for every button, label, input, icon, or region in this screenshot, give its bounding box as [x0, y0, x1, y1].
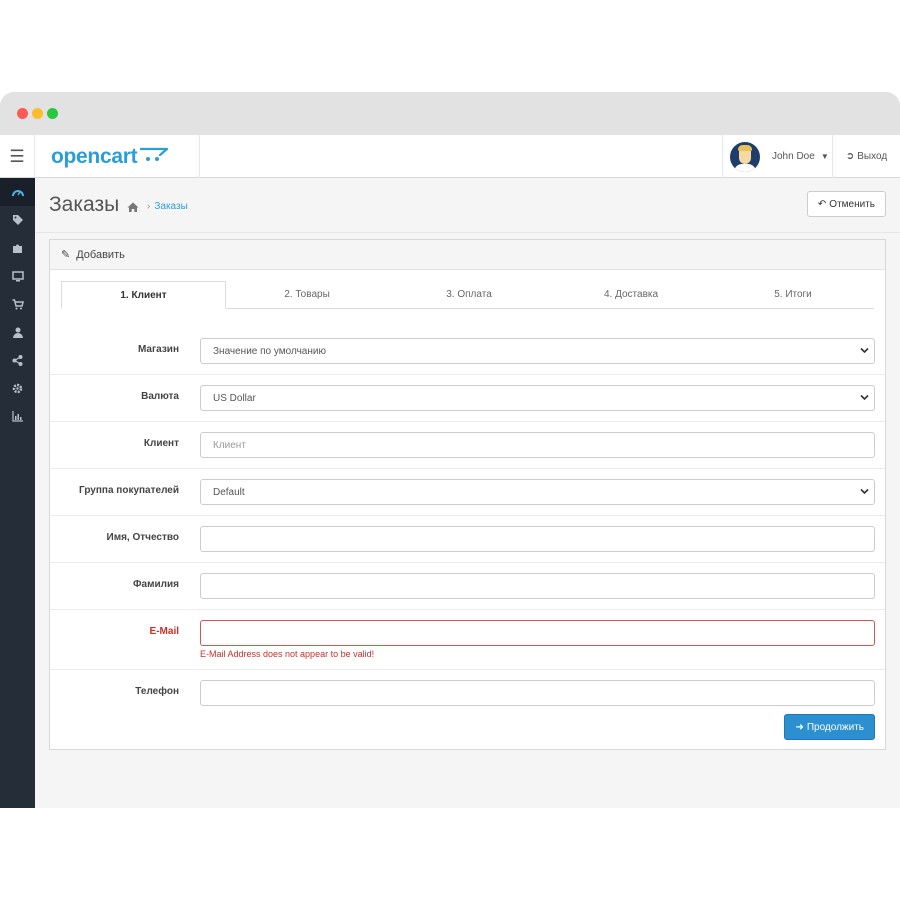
telephone-label: Телефон — [135, 686, 179, 697]
telephone-input[interactable] — [200, 680, 875, 706]
chevron-down-icon — [860, 347, 869, 354]
customer-label: Клиент — [143, 438, 179, 449]
window-titlebar — [0, 92, 900, 135]
tag-icon[interactable] — [0, 206, 35, 234]
maximize-window-button[interactable] — [47, 108, 58, 119]
user-icon[interactable] — [0, 318, 35, 346]
form-row-store: Магазин Значение по умолчанию — [50, 328, 885, 375]
logout-button[interactable]: ➲ Выход — [832, 135, 900, 178]
panel-title: Добавить — [76, 248, 125, 261]
minimize-window-button[interactable] — [32, 108, 43, 119]
tab-totals[interactable]: 5. Итоги — [712, 281, 874, 308]
chevron-down-icon — [860, 488, 869, 495]
user-menu[interactable]: John Doe ▼ — [722, 135, 832, 178]
currency-selected-value: US Dollar — [213, 392, 256, 404]
customer-group-select[interactable]: Default — [200, 479, 875, 505]
browser-window: ☰ opencart John Doe ▼ ➲ Выход Заказы › З… — [0, 92, 900, 808]
email-label: E-Mail — [149, 626, 179, 637]
customer-form: Магазин Значение по умолчанию Валюта US … — [50, 328, 885, 717]
form-row-customer-group: Группа покупателей Default — [50, 469, 885, 516]
home-icon[interactable] — [127, 202, 139, 212]
cog-icon[interactable] — [0, 374, 35, 402]
main-content: Заказы › Заказы ↶ Отменить ✎ Добавить 1.… — [35, 178, 900, 808]
opencart-logo[interactable]: opencart — [35, 135, 200, 178]
arrow-right-icon: ➜ — [795, 721, 804, 733]
email-input[interactable] — [200, 620, 875, 646]
pencil-icon: ✎ — [61, 249, 71, 261]
sign-out-icon: ➲ — [845, 151, 855, 162]
chevron-down-icon — [860, 394, 869, 401]
form-row-customer: Клиент Клиент — [50, 422, 885, 469]
panel-heading: ✎ Добавить — [50, 240, 885, 270]
avatar — [730, 141, 760, 172]
breadcrumb-link-orders[interactable]: Заказы — [154, 201, 187, 212]
firstname-label: Имя, Отчество — [106, 532, 179, 543]
reply-icon: ↶ — [817, 198, 827, 210]
email-error-message: E-Mail Address does not appear to be val… — [200, 649, 375, 659]
tab-products[interactable]: 2. Товары — [226, 281, 388, 308]
logout-label: Выход — [857, 151, 888, 162]
tab-customer[interactable]: 1. Клиент — [61, 281, 226, 309]
customer-group-selected-value: Default — [213, 486, 245, 498]
store-label: Магазин — [137, 344, 179, 355]
tab-shipping[interactable]: 4. Доставка — [550, 281, 712, 308]
cancel-button[interactable]: ↶ Отменить — [806, 191, 886, 217]
page-header: Заказы › Заказы ↶ Отменить — [35, 178, 900, 233]
customer-group-label: Группа покупателей — [79, 485, 179, 496]
desktop-icon[interactable] — [0, 262, 35, 290]
logo-text: opencart — [51, 144, 138, 168]
form-row-lastname: Фамилия — [50, 563, 885, 610]
form-row-currency: Валюта US Dollar — [50, 375, 885, 422]
form-row-email: E-Mail E-Mail Address does not appear to… — [50, 610, 885, 670]
cart-icon[interactable] — [0, 290, 35, 318]
tab-payment[interactable]: 3. Оплата — [388, 281, 550, 308]
order-tabs: 1. Клиент 2. Товары 3. Оплата 4. Доставк… — [61, 281, 874, 309]
firstname-input[interactable] — [200, 526, 875, 552]
lastname-label: Фамилия — [133, 579, 179, 590]
puzzle-icon[interactable] — [0, 234, 35, 262]
order-panel: ✎ Добавить 1. Клиент 2. Товары 3. Оплата… — [49, 239, 886, 750]
continue-label: Продолжить — [806, 721, 864, 733]
sidebar — [0, 178, 35, 808]
share-icon[interactable] — [0, 346, 35, 374]
breadcrumb-separator: › — [147, 201, 151, 212]
currency-select[interactable]: US Dollar — [200, 385, 875, 411]
continue-button[interactable]: ➜ Продолжить — [784, 714, 875, 740]
cancel-label: Отменить — [829, 198, 875, 210]
store-select[interactable]: Значение по умолчанию — [200, 338, 875, 364]
caret-down-icon: ▼ — [820, 152, 829, 161]
form-row-telephone: Телефон — [50, 670, 885, 717]
dashboard-icon[interactable] — [0, 178, 35, 206]
close-window-button[interactable] — [17, 108, 28, 119]
customer-placeholder: Клиент — [213, 439, 246, 451]
logo-cart-icon — [140, 147, 169, 161]
form-row-firstname: Имя, Отчество — [50, 516, 885, 563]
store-selected-value: Значение по умолчанию — [213, 345, 326, 357]
customer-input[interactable]: Клиент — [200, 432, 875, 458]
currency-label: Валюта — [141, 391, 179, 402]
user-name: John Doe — [772, 151, 815, 162]
page-title: Заказы — [49, 193, 120, 216]
menu-toggle-icon[interactable]: ☰ — [0, 135, 35, 178]
breadcrumb: › Заказы — [127, 201, 188, 212]
lastname-input[interactable] — [200, 573, 875, 599]
bar-chart-icon[interactable] — [0, 402, 35, 430]
top-navbar: ☰ opencart John Doe ▼ ➲ Выход — [0, 135, 900, 178]
